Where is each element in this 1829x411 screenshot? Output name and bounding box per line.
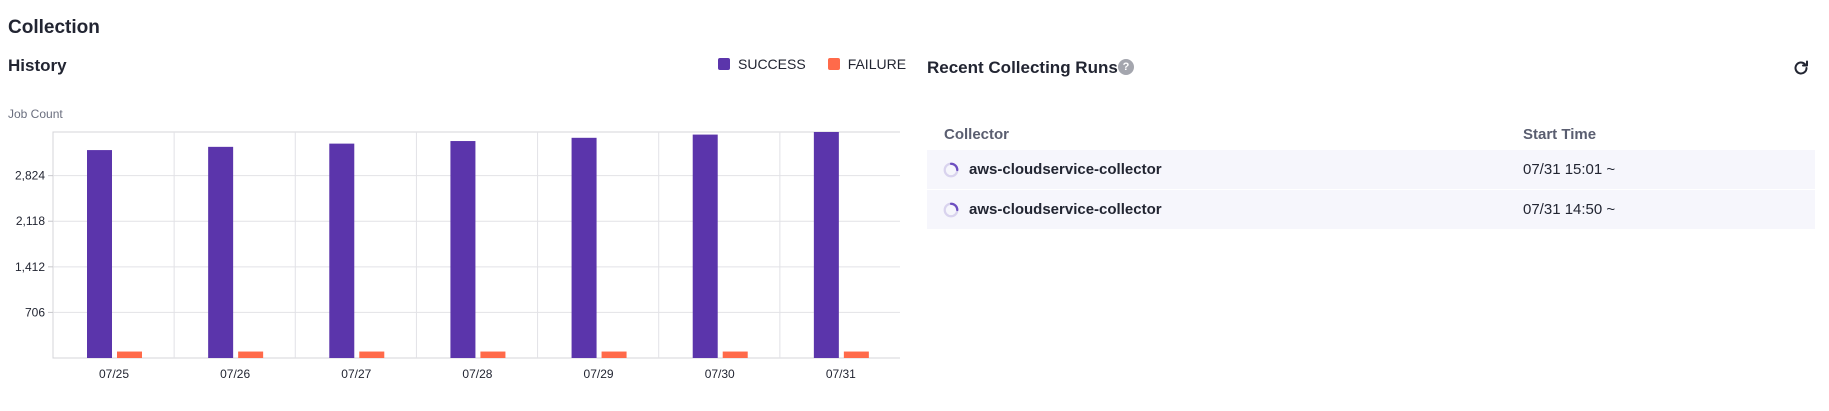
- legend-label-failure: FAILURE: [847, 56, 907, 72]
- history-chart: 706 1,412 2,118 2,824 07/25 07/26 07/27 07/28 07…: [15, 131, 900, 380]
- legend-item-success[interactable]: SUCCESS: [718, 56, 806, 72]
- collector-name[interactable]: aws-cloudservice-collector: [969, 201, 1162, 218]
- legend-swatch-success: [718, 58, 730, 70]
- table-header: Collector Start Time: [927, 118, 1815, 150]
- y-tick-label: 2,118: [16, 214, 45, 228]
- bar-success: [571, 137, 597, 358]
- recent-runs-table: Collector Start Time aws-cloudservice-co…: [927, 118, 1815, 230]
- bar-failure: [843, 351, 869, 358]
- y-axis-label: Job Count: [8, 107, 63, 121]
- y-tick-label: 1,412: [15, 260, 45, 274]
- bar-success: [813, 132, 839, 358]
- x-tick-label: 07/28: [462, 367, 492, 380]
- refresh-icon[interactable]: [1791, 58, 1811, 78]
- bar-failure: [722, 351, 748, 358]
- x-tick-label: 07/25: [99, 367, 129, 380]
- start-time-cell: 07/31 14:50 ~: [1523, 201, 1616, 218]
- bar-success: [329, 143, 355, 358]
- x-tick-label: 07/30: [705, 367, 735, 380]
- x-tick-label: 07/29: [584, 367, 614, 380]
- history-title: History: [8, 56, 67, 75]
- column-header-start-time[interactable]: Start Time: [1523, 126, 1815, 143]
- plot-frame: [52, 131, 900, 359]
- bar-success: [208, 146, 234, 358]
- legend-swatch-failure: [827, 58, 840, 70]
- spinner-icon: [943, 202, 959, 217]
- collector-name[interactable]: aws-cloudservice-collector: [969, 161, 1162, 178]
- chart-legend: SUCCESS FAILURE: [718, 56, 906, 72]
- bar-failure: [601, 351, 627, 358]
- start-time-cell: 07/31 15:01 ~: [1523, 161, 1616, 178]
- page-title: Collection: [8, 17, 100, 38]
- help-icon[interactable]: ?: [1118, 59, 1134, 75]
- legend-item-failure[interactable]: FAILURE: [827, 56, 907, 72]
- column-header-collector[interactable]: Collector: [927, 126, 1523, 143]
- table-row[interactable]: aws-cloudservice-collector 07/31 14:50 ~: [927, 190, 1815, 230]
- collector-cell: aws-cloudservice-collector: [927, 201, 1523, 219]
- bar-failure: [238, 351, 264, 358]
- bar-failure: [117, 351, 142, 358]
- bar-failure: [480, 351, 506, 358]
- bar-failure: [359, 351, 385, 358]
- recent-runs-title: Recent Collecting Runs: [927, 58, 1118, 77]
- collector-cell: aws-cloudservice-collector: [927, 161, 1523, 179]
- x-tick-label: 07/31: [826, 367, 856, 380]
- bar-success: [692, 134, 718, 358]
- table-row[interactable]: aws-cloudservice-collector 07/31 15:01 ~: [927, 150, 1815, 190]
- y-tick-label: 706: [25, 305, 45, 319]
- y-tick-label: 2,824: [15, 169, 45, 183]
- x-tick-label: 07/27: [341, 367, 371, 380]
- x-tick-label: 07/26: [220, 367, 250, 380]
- legend-label-success: SUCCESS: [738, 56, 806, 72]
- bar-success: [87, 150, 112, 358]
- spinner-icon: [943, 162, 959, 177]
- bar-success: [450, 141, 476, 358]
